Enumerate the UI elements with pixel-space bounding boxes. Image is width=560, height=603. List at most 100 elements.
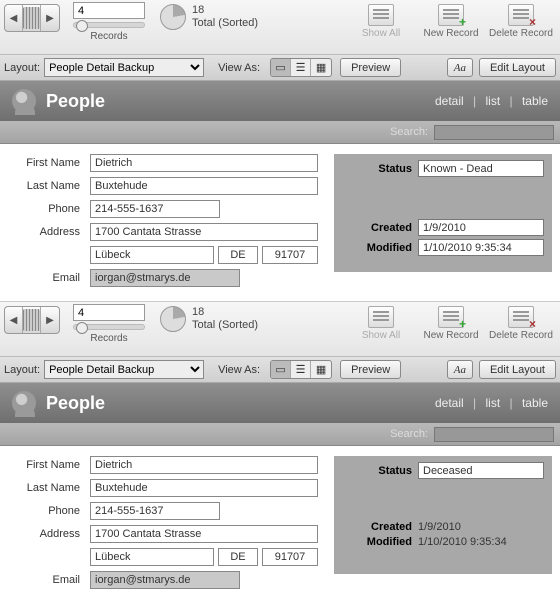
view-form-button[interactable]: ▭ [271,361,291,378]
phone-field[interactable]: 214-555-1637 [90,200,220,218]
next-record-button[interactable]: ▶ [41,5,59,31]
new-record-button[interactable]: New Record [416,4,486,39]
link-table[interactable]: table [522,94,548,108]
people-icon [12,391,36,415]
record-number-input[interactable] [73,2,145,19]
link-detail[interactable]: detail [435,94,464,108]
layout-label: Layout: [4,62,40,74]
zip-field[interactable]: 91707 [262,246,318,264]
search-label: Search: [390,126,428,138]
last-name-field[interactable]: Buxtehude [90,479,318,497]
prev-record-button[interactable]: ◀ [5,307,23,333]
label-address: Address [8,528,86,540]
record-number-group: Records [68,2,150,42]
formatting-bar-button[interactable]: Aa [447,360,473,379]
record-book-icon[interactable] [23,307,41,333]
label-phone: Phone [8,505,86,517]
view-list-button[interactable]: ☰ [291,361,311,378]
record-number-input[interactable] [73,304,145,321]
label-email: Email [8,272,86,284]
label-last-name: Last Name [8,180,86,192]
total-label: Total (Sorted) [192,17,258,30]
layout-header: People detail | list | table [0,383,560,423]
view-table-button[interactable]: ▦ [311,361,331,378]
records-label: Records [90,31,127,42]
found-set-group: 18 Total (Sorted) [160,4,258,30]
label-first-name: First Name [8,459,86,471]
link-list[interactable]: list [485,396,500,410]
show-all-button[interactable]: Show All [346,306,416,341]
preview-button[interactable]: Preview [340,58,401,77]
layout-select[interactable]: People Detail Backup [44,360,204,379]
created-field[interactable]: 1/9/2010 [418,219,544,236]
phone-field[interactable]: 214-555-1637 [90,502,220,520]
edit-layout-button[interactable]: Edit Layout [479,58,556,77]
total-count: 18 [192,4,258,17]
view-as-label: View As: [218,364,260,376]
pie-chart-icon[interactable] [160,4,186,30]
page-title: People [46,393,105,414]
first-name-field[interactable]: Dietrich [90,154,318,172]
show-all-label: Show All [362,330,400,341]
form-area: First Name Dietrich Last Name Buxtehude … [0,446,560,603]
record-book-icon[interactable] [23,5,41,31]
label-status: Status [342,465,412,477]
record-nav: ◀ ▶ [4,306,60,334]
status-field[interactable]: Deceased [418,462,544,479]
state-field[interactable]: DE [218,548,258,566]
record-slider[interactable] [73,22,145,28]
label-email: Email [8,574,86,586]
modified-field[interactable]: 1/10/2010 9:35:34 [418,239,544,256]
city-field[interactable]: Lübeck [90,246,214,264]
view-table-button[interactable]: ▦ [311,59,331,76]
zip-field[interactable]: 91707 [262,548,318,566]
label-last-name: Last Name [8,482,86,494]
view-as-group: ▭ ☰ ▦ [270,360,332,379]
delete-record-label: Delete Record [489,330,553,341]
record-slider[interactable] [73,324,145,330]
show-all-label: Show All [362,28,400,39]
layout-label: Layout: [4,364,40,376]
meta-fields: Status Deceased Created 1/9/2010 Modifie… [334,456,552,574]
pie-chart-icon[interactable] [160,306,186,332]
link-detail[interactable]: detail [435,396,464,410]
found-set-group: 18 Total (Sorted) [160,306,258,332]
delete-record-button[interactable]: Delete Record [486,306,556,341]
label-created: Created [342,222,412,234]
link-list[interactable]: list [485,94,500,108]
page-title: People [46,91,105,112]
view-form-button[interactable]: ▭ [271,59,291,76]
panel-bottom: ◀ ▶ Records 18 Total (Sorted) Show All N… [0,302,560,603]
search-input[interactable] [434,427,554,442]
street-field[interactable]: 1700 Cantata Strasse [90,223,318,241]
next-record-button[interactable]: ▶ [41,307,59,333]
preview-button[interactable]: Preview [340,360,401,379]
show-all-button[interactable]: Show All [346,4,416,39]
view-list-button[interactable]: ☰ [291,59,311,76]
city-field[interactable]: Lübeck [90,548,214,566]
label-phone: Phone [8,203,86,215]
view-as-label: View As: [218,62,260,74]
email-field[interactable]: iorgan@stmarys.de [90,269,240,287]
email-field[interactable]: iorgan@stmarys.de [90,571,240,589]
view-as-group: ▭ ☰ ▦ [270,58,332,77]
street-field[interactable]: 1700 Cantata Strasse [90,525,318,543]
person-fields: First Name Dietrich Last Name Buxtehude … [8,456,318,589]
state-field[interactable]: DE [218,246,258,264]
status-toolbar: ◀ ▶ Records 18 Total (Sorted) Show All N… [0,302,560,357]
link-table[interactable]: table [522,396,548,410]
last-name-field[interactable]: Buxtehude [90,177,318,195]
people-icon [12,89,36,113]
first-name-field[interactable]: Dietrich [90,456,318,474]
search-bar: Search: [0,423,560,446]
search-input[interactable] [434,125,554,140]
delete-record-button[interactable]: Delete Record [486,4,556,39]
edit-layout-button[interactable]: Edit Layout [479,360,556,379]
prev-record-button[interactable]: ◀ [5,5,23,31]
new-record-label: New Record [423,28,478,39]
new-record-button[interactable]: New Record [416,306,486,341]
formatting-bar-button[interactable]: Aa [447,58,473,77]
total-label: Total (Sorted) [192,319,258,332]
layout-select[interactable]: People Detail Backup [44,58,204,77]
status-field[interactable]: Known - Dead [418,160,544,177]
